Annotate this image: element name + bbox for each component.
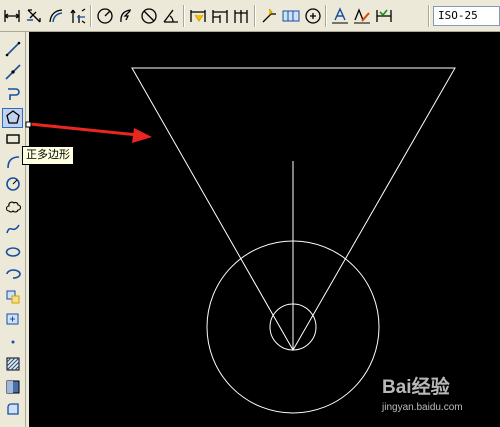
watermark-logo: Bai经验 xyxy=(382,377,450,398)
pointer-arrow xyxy=(25,121,152,143)
watermark: Bai经验 jingyan.baidu.com xyxy=(380,370,495,420)
watermark-url: jingyan.baidu.com xyxy=(382,402,463,413)
tooltip: 正多边形 xyxy=(22,146,74,165)
